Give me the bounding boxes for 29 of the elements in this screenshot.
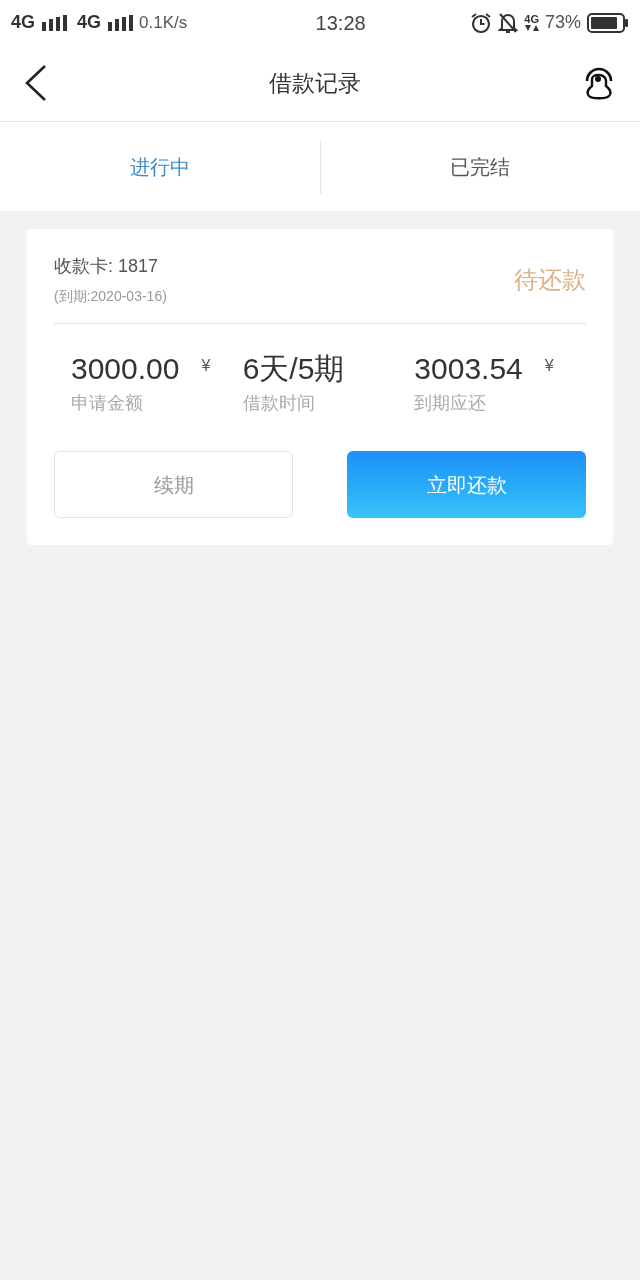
data-arrows-icon [524, 24, 539, 32]
status-label: 待还款 [514, 265, 586, 295]
stat-value: 3003.54 [414, 351, 523, 387]
network-type: 4G [77, 11, 102, 34]
alarm-icon [470, 11, 493, 34]
tab[interactable]: 已完结 [320, 122, 640, 211]
card-number: 收款卡: 1817 [54, 255, 160, 278]
stat-value: 3000.00 [71, 351, 180, 387]
stat-label: 申请金额 [71, 392, 144, 415]
due-date: (到期:2020-03-16) [54, 287, 167, 306]
signal-icon [107, 14, 134, 31]
action-button[interactable]: 立即还款 [347, 451, 586, 518]
battery-percent: 73% [544, 11, 581, 34]
muted-bell-icon [498, 11, 519, 34]
action-button[interactable]: 续期 [54, 451, 293, 518]
network-speed: 0.1K/s [139, 11, 188, 34]
network-type: 4G [524, 13, 539, 25]
back-icon[interactable] [24, 64, 48, 102]
signal-icon [41, 14, 67, 31]
currency-symbol: ¥ [544, 356, 554, 376]
page-title: 借款记录 [269, 68, 361, 98]
currency-symbol: ¥ [201, 356, 211, 376]
stat-label: 借款时间 [242, 392, 316, 415]
battery-icon [587, 12, 629, 33]
network-type: 4G [11, 11, 35, 34]
clock: 13:28 [314, 10, 367, 36]
tab[interactable]: 进行中 [0, 122, 320, 211]
stat-value: 6天/5期 [242, 351, 345, 387]
stat-label: 到期应还 [414, 392, 488, 415]
